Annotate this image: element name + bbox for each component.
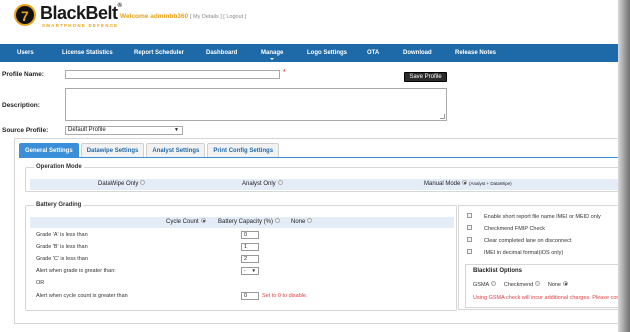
grade-a-input[interactable]: 0 [241, 231, 259, 239]
nav-report-scheduler[interactable]: Report Scheduler [134, 44, 184, 62]
alert-cycle-hint: Set to 0 to disable. [262, 293, 308, 299]
short-report-option[interactable]: Enable short report file name IMEI or ME… [467, 213, 601, 220]
cycle-count-option[interactable]: Cycle Count [166, 217, 206, 226]
fmip-check-label: Checkmend FMIP Check [484, 226, 546, 232]
blacklist-none-option[interactable]: None [547, 281, 568, 288]
grade-c-input[interactable]: 2 [241, 255, 259, 263]
imei-decimal-label: IMEI in decimal format(iOS only) [484, 250, 564, 256]
short-report-label: Enable short report file name IMEI or ME… [484, 214, 601, 220]
page: 7 BlackBelt® SMARTPHONE DEFENCE Welcome … [0, 0, 629, 332]
grading-none-option[interactable]: None [291, 217, 313, 226]
tab-datawipe-settings[interactable]: Datawipe Settings [80, 143, 145, 157]
nav-manage[interactable]: Manage [261, 44, 283, 62]
gsma-warning: Using GSMA check will incur additional c… [473, 295, 619, 301]
imei-decimal-option[interactable]: IMEI in decimal format(iOS only) [467, 249, 564, 256]
tab-print-config-settings[interactable]: Print Config Settings [207, 143, 280, 157]
app-header: 7 BlackBelt® SMARTPHONE DEFENCE Welcome … [0, 0, 622, 44]
battery-capacity-option[interactable]: Battery Capacity (%) [218, 217, 281, 226]
options-panel: Enable short report file name IMEI or ME… [458, 205, 629, 310]
manual-mode-note: (Analyst + DataWipe) [469, 181, 512, 186]
manual-mode-radio[interactable] [462, 179, 468, 185]
description-label: Description: [2, 102, 40, 109]
short-report-checkbox[interactable] [467, 213, 472, 219]
nav-ota[interactable]: OTA [367, 44, 379, 62]
grading-none-label: None [291, 219, 306, 225]
analyst-only-radio[interactable] [277, 179, 283, 185]
dropdown-arrow-icon: ▼ [174, 127, 179, 133]
grade-a-label: Grade 'A' is less than [36, 232, 88, 238]
profile-name-label: Profile Name: [2, 71, 44, 78]
blacklist-options-box: Blacklist Options GSMA Checkmend None Us… [465, 264, 629, 308]
gsma-radio[interactable] [491, 281, 497, 287]
alert-grade-value: - [244, 268, 246, 274]
nav-download[interactable]: Download [403, 44, 432, 62]
cycle-count-label: Cycle Count [166, 219, 199, 225]
logo-tagline: SMARTPHONE DEFENCE [42, 23, 119, 28]
window-shadow-edge [618, 0, 630, 332]
tab-general-settings[interactable]: General Settings [19, 143, 79, 157]
datawipe-only-option[interactable]: DataWipe Only [98, 179, 146, 188]
operation-mode-legend: Operation Mode [34, 164, 84, 170]
grading-none-radio[interactable] [307, 217, 313, 223]
operation-mode-fieldset: Operation Mode DataWipe Only Analyst Onl… [25, 164, 624, 192]
welcome-bar: Welcome adminbb360 [ My Details ] [ Logo… [120, 13, 246, 20]
imei-decimal-checkbox[interactable] [467, 249, 472, 255]
logo-name: BlackBelt [40, 3, 118, 23]
source-profile-select[interactable]: Default Profile ▼ [65, 126, 183, 135]
welcome-text: Welcome adminbb360 [120, 13, 189, 20]
gsma-label: GSMA [473, 282, 490, 288]
datawipe-only-radio[interactable] [140, 179, 146, 185]
battery-capacity-radio[interactable] [275, 217, 281, 223]
blacklist-none-label: None [547, 282, 561, 288]
battery-capacity-label: Battery Capacity (%) [218, 219, 274, 225]
clear-lane-label: Clear completed lane on disconnect [484, 238, 572, 244]
source-profile-value: Default Profile [68, 127, 106, 133]
tab-row: General Settings Datawipe Settings Analy… [19, 143, 280, 157]
datawipe-only-label: DataWipe Only [98, 181, 139, 187]
required-marker: * [283, 69, 286, 76]
tab-analyst-settings[interactable]: Analyst Settings [146, 143, 206, 157]
manual-mode-label: Manual Mode [424, 181, 461, 187]
tab-underline [19, 157, 619, 158]
checkmend-label: Checkmend [503, 282, 534, 288]
blackbelt-logo-icon: 7 [14, 4, 36, 26]
clear-lane-option[interactable]: Clear completed lane on disconnect [467, 237, 572, 244]
analyst-only-option[interactable]: Analyst Only [242, 179, 283, 188]
main-nav: Users License Statistics Report Schedule… [0, 44, 622, 62]
checkmend-option[interactable]: Checkmend [503, 281, 541, 288]
nav-users[interactable]: Users [17, 44, 34, 62]
cycle-count-radio[interactable] [200, 217, 206, 223]
alert-cycle-label: Alert when cycle count is greater than [36, 293, 128, 299]
fmip-check-option[interactable]: Checkmend FMIP Check [467, 225, 546, 232]
profile-name-input[interactable] [65, 70, 280, 79]
source-profile-label: Source Profile: [2, 127, 49, 134]
save-profile-button[interactable]: Save Profile [404, 72, 447, 82]
grade-b-label: Grade 'B' is less than [36, 244, 88, 250]
blacklist-title: Blacklist Options [473, 268, 523, 274]
description-textarea[interactable] [65, 88, 447, 121]
gsma-option[interactable]: GSMA [473, 281, 497, 288]
nav-logo-settings[interactable]: Logo Settings [307, 44, 347, 62]
manual-mode-option[interactable]: Manual Mode (Analyst + DataWipe) [424, 179, 512, 188]
blacklist-none-radio[interactable] [563, 281, 568, 287]
checkmend-radio[interactable] [535, 281, 541, 287]
battery-grading-legend: Battery Grading [34, 202, 84, 208]
account-links[interactable]: [ My Details ] [ Logout ] [190, 14, 246, 20]
blacklist-options: GSMA Checkmend None [473, 281, 568, 288]
nav-license-statistics[interactable]: License Statistics [62, 44, 113, 62]
fmip-check-checkbox[interactable] [467, 225, 472, 231]
clear-lane-checkbox[interactable] [467, 237, 472, 243]
nav-release-notes[interactable]: Release Notes [455, 44, 496, 62]
logo-text: BlackBelt® [40, 3, 122, 24]
alert-cycle-input[interactable]: 0 [241, 292, 259, 300]
grade-c-label: Grade 'C' is less than [36, 256, 88, 262]
or-label: OR [36, 280, 45, 286]
dropdown-arrow-icon: ▼ [251, 268, 256, 273]
alert-grade-label: Alert when grade is greater than: [36, 268, 116, 274]
analyst-only-label: Analyst Only [242, 181, 276, 187]
nav-dashboard[interactable]: Dashboard [206, 44, 237, 62]
registered-mark: ® [117, 3, 122, 9]
grade-b-input[interactable]: 1 [241, 243, 259, 251]
alert-grade-select[interactable]: - ▼ [241, 267, 259, 275]
